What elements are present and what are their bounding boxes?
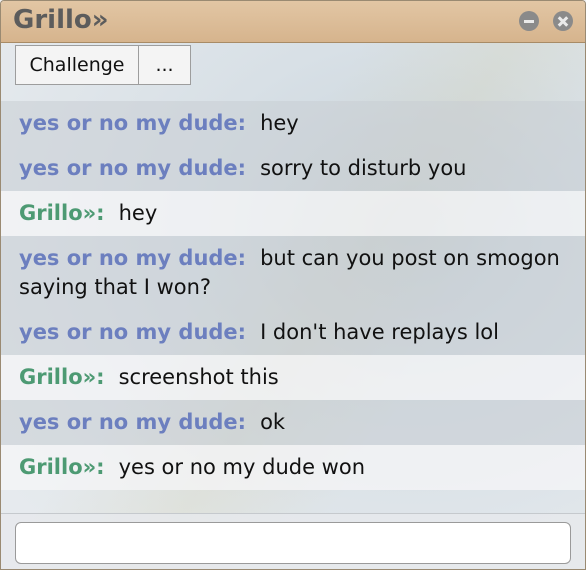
chat-message: yes or no my dude: ok <box>1 400 585 445</box>
chat-message: Grillo»: screenshot this <box>1 355 585 400</box>
message-composer <box>1 513 585 569</box>
chat-message: yes or no my dude: but can you post on sm… <box>1 236 585 310</box>
message-username[interactable]: Grillo»: <box>19 455 105 479</box>
chat-message: yes or no my dude: sorry to disturb you <box>1 146 585 191</box>
chat-window: Grillo» Challenge ... yes or no my dude:… <box>0 0 586 570</box>
chat-message: yes or no my dude: I don't have replays l… <box>1 310 585 355</box>
title-bar[interactable]: Grillo» <box>1 1 585 43</box>
window-title: Grillo» <box>13 5 109 35</box>
message-log: yes or no my dude: hey yes or no my dude:… <box>1 101 585 490</box>
message-username[interactable]: Grillo»: <box>19 365 105 389</box>
chat-message: Grillo»: yes or no my dude won <box>1 445 585 490</box>
chat-message: yes or no my dude: hey <box>1 101 585 146</box>
minimize-icon[interactable] <box>519 11 539 31</box>
challenge-button[interactable]: Challenge <box>15 45 139 85</box>
message-text: ok <box>260 410 286 434</box>
message-username[interactable]: yes or no my dude: <box>19 320 246 344</box>
message-text: hey <box>260 111 299 135</box>
message-text: hey <box>118 201 158 225</box>
message-text: sorry to disturb you <box>260 156 467 180</box>
message-username[interactable]: yes or no my dude: <box>19 246 246 270</box>
message-username[interactable]: Grillo»: <box>19 201 105 225</box>
more-options-button[interactable]: ... <box>138 45 191 85</box>
message-input[interactable] <box>15 522 571 564</box>
close-icon[interactable] <box>553 11 573 31</box>
message-username[interactable]: yes or no my dude: <box>19 111 246 135</box>
message-username[interactable]: yes or no my dude: <box>19 410 246 434</box>
message-text: screenshot this <box>118 365 279 389</box>
message-text: I don't have replays lol <box>260 320 499 344</box>
message-text: yes or no my dude won <box>118 455 366 479</box>
message-username[interactable]: yes or no my dude: <box>19 156 246 180</box>
chat-message: Grillo»: hey <box>1 191 585 236</box>
